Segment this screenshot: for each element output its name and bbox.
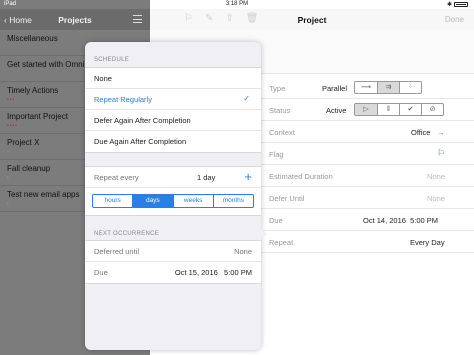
next-occurrence-header: NEXT OCCURRENCE bbox=[94, 231, 160, 237]
option-label: Repeat Regularly bbox=[94, 95, 152, 104]
badge-dots: ••• bbox=[7, 97, 16, 103]
battery-icon bbox=[454, 2, 468, 7]
next-occurrence: Deferred until None Due Oct 15, 2016 5:0… bbox=[85, 240, 261, 284]
unit-weeks[interactable]: weeks bbox=[172, 195, 213, 207]
repeat-every-row[interactable]: Repeat every 1 day + bbox=[85, 167, 261, 188]
schedule-option[interactable]: Due Again After Completion bbox=[85, 131, 261, 152]
schedule-option[interactable]: Defer Again After Completion bbox=[85, 110, 261, 131]
defer-until-value: None bbox=[427, 194, 445, 203]
completed-icon[interactable]: ✔ bbox=[399, 104, 421, 115]
deferred-label: Deferred until bbox=[94, 247, 140, 256]
option-label: Defer Again After Completion bbox=[94, 116, 191, 125]
list-options-icon[interactable] bbox=[133, 15, 142, 23]
badge-dots: • bbox=[7, 175, 10, 181]
badge-dots: •••• bbox=[7, 123, 19, 129]
project-label: Fall cleanup bbox=[7, 164, 51, 173]
single-actions-icon[interactable]: ⁘ bbox=[399, 82, 421, 93]
status-label: Status bbox=[269, 106, 291, 115]
bluetooth-icon: ✱ bbox=[446, 2, 452, 8]
project-label: Get started with Omni bbox=[7, 60, 85, 69]
repeat-popover: SCHEDULE None Repeat Regularly ✓ Defer Ag… bbox=[85, 42, 261, 350]
context-arrow-icon: → bbox=[437, 128, 445, 137]
repeat-value: Every Day bbox=[410, 238, 445, 247]
flag-icon[interactable]: ⚐ bbox=[437, 148, 445, 159]
unit-selector[interactable]: hours days weeks months bbox=[92, 194, 254, 208]
type-label: Type bbox=[269, 84, 286, 93]
deferred-row[interactable]: Deferred until None bbox=[85, 241, 261, 262]
next-due-row[interactable]: Due Oct 15, 2016 5:00 PM bbox=[85, 262, 261, 283]
unit-hours[interactable]: hours bbox=[93, 195, 132, 207]
badge-dots: • bbox=[7, 201, 10, 207]
option-label: None bbox=[94, 74, 112, 83]
sequential-icon[interactable]: ⟿ bbox=[355, 82, 377, 93]
sidebar-title: Projects bbox=[58, 15, 92, 25]
project-label: Miscellaneous bbox=[7, 34, 58, 43]
type-selector[interactable]: ⟿ ⇉ ⁘ bbox=[354, 81, 422, 94]
clock: 3:18 PM bbox=[225, 1, 249, 7]
schedule-option[interactable]: Repeat Regularly ✓ bbox=[85, 89, 261, 110]
status-value: Active bbox=[326, 106, 347, 115]
plus-icon[interactable]: + bbox=[244, 169, 252, 184]
estimated-duration-label: Estimated Duration bbox=[269, 172, 333, 181]
schedule-header: SCHEDULE bbox=[94, 57, 130, 63]
unit-months[interactable]: months bbox=[212, 195, 253, 207]
parallel-icon[interactable]: ⇉ bbox=[377, 82, 399, 93]
on-hold-icon[interactable]: ‖ bbox=[377, 104, 399, 115]
unit-days[interactable]: days bbox=[132, 195, 173, 207]
type-value: Parallel bbox=[322, 84, 348, 93]
next-due-label: Due bbox=[94, 268, 108, 277]
checkmark-icon: ✓ bbox=[243, 94, 250, 103]
popover-arrow bbox=[259, 227, 267, 241]
schedule-option[interactable]: None bbox=[85, 68, 261, 89]
project-label: Important Project bbox=[7, 112, 68, 121]
defer-until-label: Defer Until bbox=[269, 194, 305, 203]
context-value: Office bbox=[411, 128, 431, 137]
project-label: Project X bbox=[7, 138, 40, 147]
repeat-label: Repeat bbox=[269, 238, 294, 247]
dropped-icon[interactable]: ⊘ bbox=[421, 104, 443, 115]
project-label: Test new email apps bbox=[7, 190, 80, 199]
detail-title: Project bbox=[297, 15, 327, 25]
battery-area: ✱ bbox=[447, 1, 468, 8]
sidebar-header: ‹ Home Projects bbox=[0, 9, 150, 30]
repeat-interval: Repeat every 1 day + hours days weeks mo… bbox=[85, 166, 261, 216]
repeat-every-label: Repeat every bbox=[94, 173, 139, 182]
project-label: Timely Actions bbox=[7, 86, 59, 95]
detail-navbar: ⚐ ✎ ⇪ 🗑 Project Done bbox=[150, 9, 474, 30]
active-icon[interactable]: ▷ bbox=[355, 104, 377, 115]
repeat-every-value: 1 day bbox=[197, 173, 216, 182]
estimated-duration-value: None bbox=[427, 172, 445, 181]
context-label: Context bbox=[269, 128, 295, 137]
option-label: Due Again After Completion bbox=[94, 137, 187, 146]
status-bar: iPad 3:18 PM ✱ bbox=[0, 0, 474, 9]
flag-label: Flag bbox=[269, 150, 284, 159]
done-button[interactable]: Done bbox=[445, 15, 464, 24]
due-label: Due bbox=[269, 216, 283, 225]
due-value: Oct 14, 2016 5:00 PM bbox=[363, 216, 439, 225]
deferred-value: None bbox=[234, 247, 252, 256]
next-due-value: Oct 15, 2016 5:00 PM bbox=[174, 268, 252, 277]
schedule-options: None Repeat Regularly ✓ Defer Again After… bbox=[85, 67, 261, 153]
badge-dots: • bbox=[7, 149, 10, 155]
status-selector[interactable]: ▷ ‖ ✔ ⊘ bbox=[354, 103, 444, 116]
